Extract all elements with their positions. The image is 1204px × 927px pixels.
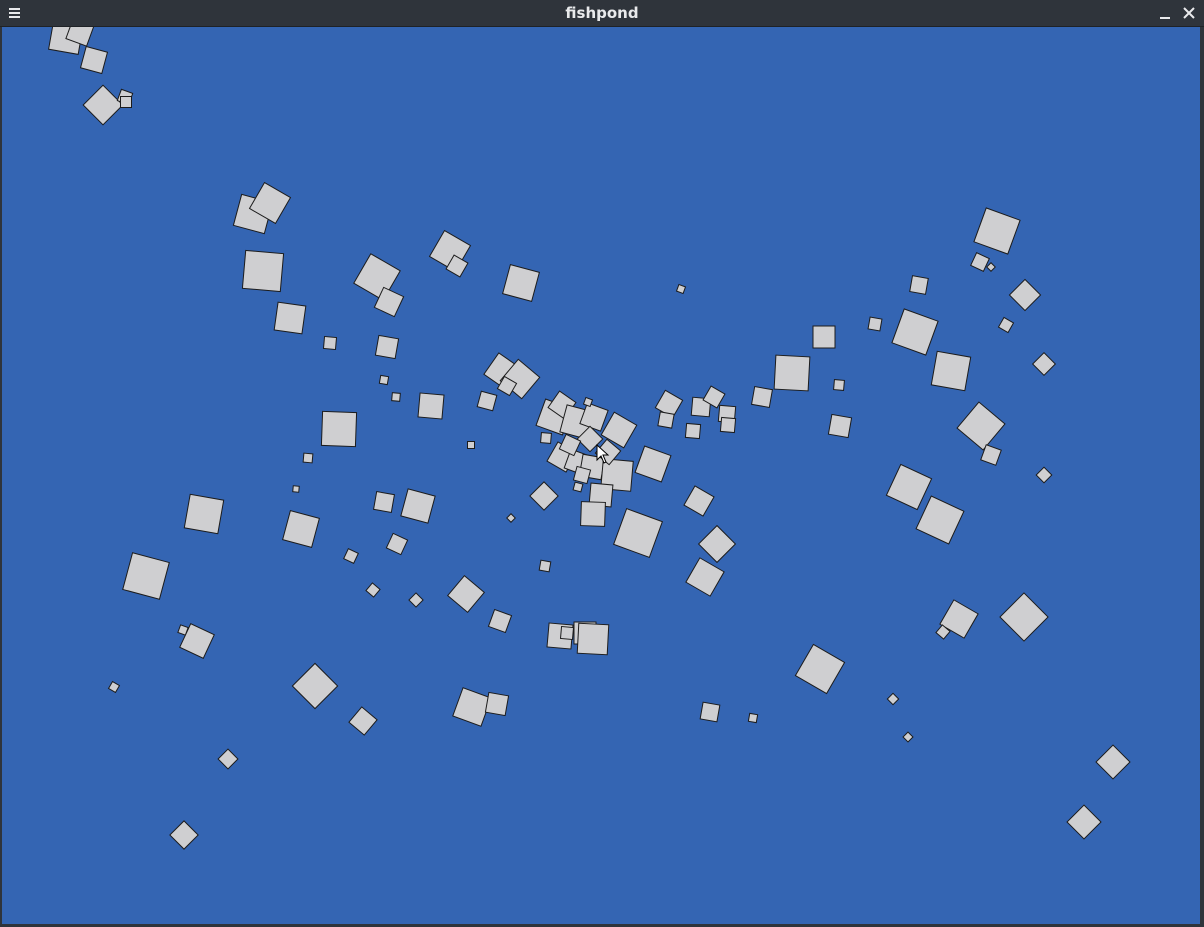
fish-square	[1031, 351, 1057, 377]
fish-square	[183, 493, 225, 535]
fish-square	[747, 712, 759, 724]
fish-square	[576, 622, 610, 656]
fish-square	[538, 559, 552, 573]
fish-square	[82, 84, 124, 126]
fish-square	[572, 481, 584, 493]
fish-square	[833, 379, 845, 391]
fish-square	[120, 96, 132, 108]
fish-square	[886, 692, 900, 706]
fish-square	[613, 508, 663, 558]
fish-square	[417, 392, 445, 420]
minimize-button[interactable]	[1152, 0, 1178, 26]
fish-square	[930, 350, 972, 392]
fish-square	[400, 488, 436, 524]
fish-square	[794, 643, 846, 695]
fish-square	[750, 385, 774, 409]
fish-square	[915, 495, 965, 545]
fish-square	[970, 252, 990, 272]
fish-square	[773, 354, 811, 392]
fish-square	[302, 452, 314, 464]
fish-canvas[interactable]	[2, 27, 1200, 924]
fish-square	[348, 706, 378, 736]
title-bar[interactable]: fishpond	[0, 0, 1204, 27]
fish-square	[685, 557, 725, 597]
fish-square	[241, 249, 285, 293]
fish-square	[273, 301, 307, 335]
fish-square	[891, 308, 939, 356]
fish-square	[1066, 804, 1102, 840]
app-window: fishpond	[0, 0, 1204, 927]
fish-square	[697, 524, 737, 564]
close-icon	[1183, 7, 1195, 19]
fish-square	[699, 701, 721, 723]
fish-square	[122, 552, 170, 600]
fish-square	[657, 411, 675, 429]
fish-square	[169, 820, 199, 850]
fish-square	[719, 416, 737, 434]
close-button[interactable]	[1176, 0, 1202, 26]
fish-square	[684, 422, 702, 440]
fish-square	[446, 574, 486, 614]
fish-square	[378, 374, 390, 386]
fish-square	[1008, 278, 1042, 312]
fish-square	[322, 335, 338, 351]
fish-square	[452, 687, 492, 727]
fish-square	[343, 548, 359, 564]
fish-square	[540, 432, 552, 444]
fish-square	[320, 410, 358, 448]
fish-square	[408, 592, 424, 608]
fish-square	[683, 485, 715, 517]
fish-square	[559, 625, 575, 641]
fish-square	[1095, 744, 1131, 780]
fish-square	[1035, 466, 1053, 484]
minimize-icon	[1160, 17, 1170, 19]
fish-square	[79, 45, 109, 75]
fish-square	[292, 485, 300, 493]
mouse-cursor-icon	[596, 444, 610, 464]
fish-square	[502, 264, 540, 302]
fish-square	[973, 207, 1021, 255]
fish-square	[572, 465, 592, 485]
fish-square	[107, 680, 121, 694]
fish-square	[827, 413, 853, 439]
fish-square	[506, 513, 516, 523]
fish-square	[580, 501, 606, 527]
fish-square	[374, 334, 400, 360]
fish-square	[986, 262, 996, 272]
fish-square	[467, 441, 475, 449]
fish-square	[385, 532, 409, 556]
fish-square	[902, 731, 914, 743]
window-title: fishpond	[565, 4, 639, 22]
fish-square	[476, 390, 498, 412]
fish-square	[999, 592, 1049, 642]
fish-square	[885, 463, 933, 511]
fish-square	[282, 510, 320, 548]
fish-square	[675, 283, 687, 295]
fish-square	[391, 392, 401, 402]
fish-square	[867, 316, 883, 332]
fish-square	[956, 401, 1006, 451]
fish-square	[529, 481, 559, 511]
fishpond-canvas-area[interactable]	[2, 27, 1200, 924]
fish-square	[487, 608, 513, 634]
fish-square	[291, 662, 339, 710]
fish-square	[634, 445, 672, 483]
fish-square	[812, 325, 836, 349]
fish-square	[217, 748, 239, 770]
fish-square	[909, 275, 929, 295]
fish-square	[997, 316, 1015, 334]
fish-square	[372, 490, 396, 514]
fish-square	[484, 691, 510, 717]
fish-square	[365, 582, 381, 598]
